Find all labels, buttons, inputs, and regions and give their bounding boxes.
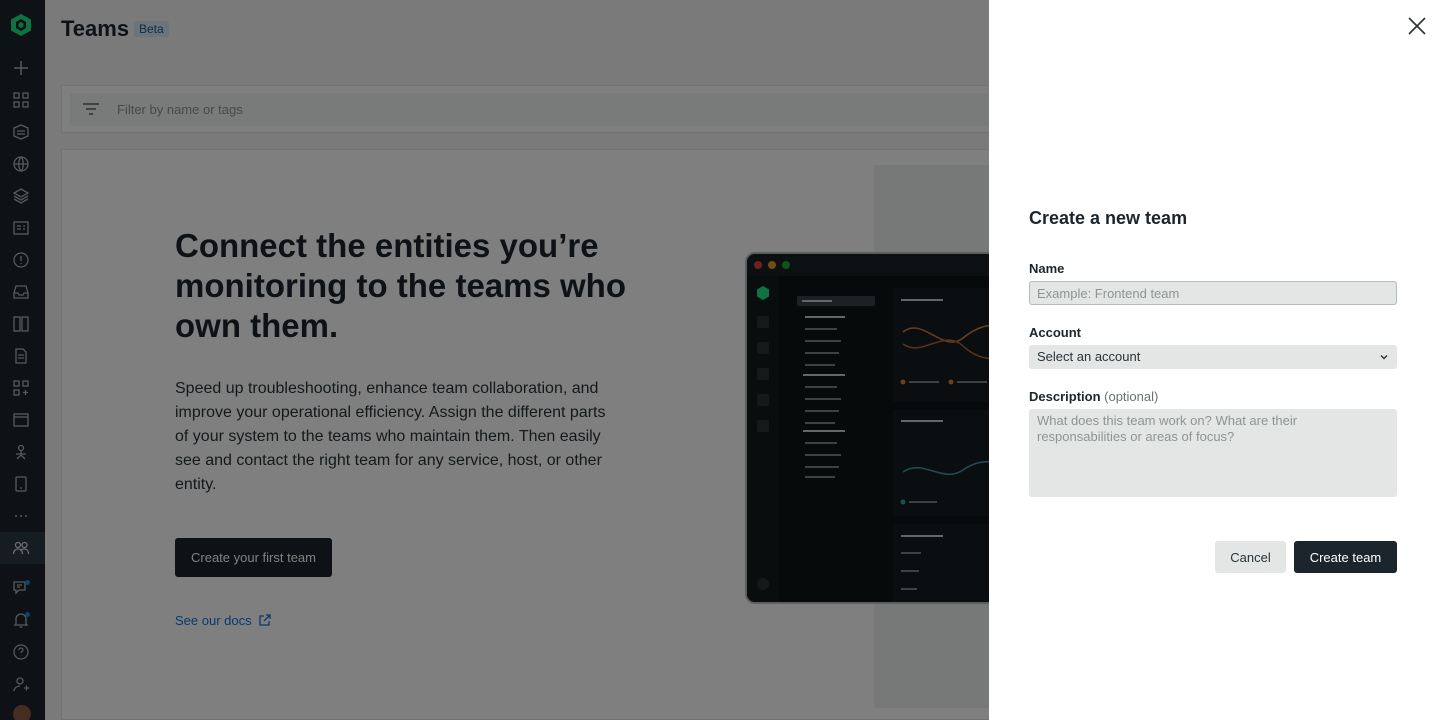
name-input[interactable]: Example: Frontend team <box>1029 281 1397 305</box>
modal-backdrop[interactable] <box>0 0 989 720</box>
description-placeholder: What does this team work on? What are th… <box>1037 413 1298 444</box>
name-placeholder: Example: Frontend team <box>1037 286 1180 301</box>
description-optional-text: (optional) <box>1104 389 1159 404</box>
create-team-button[interactable]: Create team <box>1294 541 1397 573</box>
close-icon[interactable] <box>1406 15 1428 37</box>
account-select[interactable]: Select an account <box>1029 345 1397 369</box>
description-label: Description (optional) <box>1029 389 1158 404</box>
name-label: Name <box>1029 261 1065 276</box>
drawer-title: Create a new team <box>1029 208 1188 228</box>
description-label-text: Description <box>1029 389 1101 404</box>
chevron-down-icon <box>1380 355 1388 360</box>
account-label: Account <box>1029 325 1081 340</box>
account-select-value: Select an account <box>1037 349 1141 364</box>
create-team-drawer: Create a new team Name Example: Frontend… <box>989 0 1435 720</box>
description-textarea[interactable]: What does this team work on? What are th… <box>1029 409 1397 497</box>
cancel-button[interactable]: Cancel <box>1215 541 1286 573</box>
